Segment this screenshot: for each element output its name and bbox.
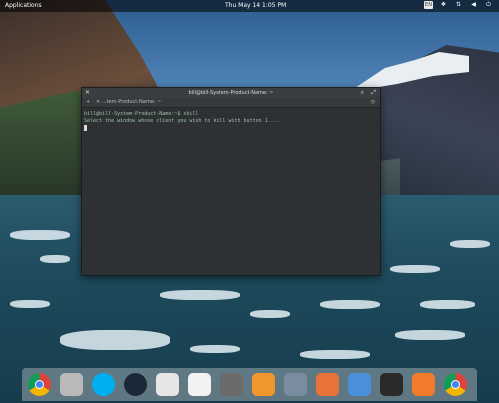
terminal-icon[interactable] [380, 373, 403, 396]
power-icon[interactable]: ⏻ [484, 1, 493, 9]
new-tab-icon[interactable]: + [86, 99, 90, 105]
output-line: Select the window whose client you wish … [84, 118, 280, 124]
terminal-titlebar[interactable]: ✕ bill@bill-System-Product-Name: ~ ⌕ ⤢ [82, 88, 380, 98]
spreadsheet-icon[interactable] [156, 373, 179, 396]
volume-icon[interactable]: ◀ [469, 1, 478, 9]
terminal-tab[interactable]: ✕ ...tem-Product-Name: ~ [96, 99, 161, 105]
home-folder-icon[interactable] [60, 373, 83, 396]
screenshot-icon[interactable] [284, 373, 307, 396]
chrome-icon[interactable] [28, 373, 51, 396]
terminal-output[interactable]: bill@bill-System-Product-Name:~$ xkill S… [82, 108, 380, 137]
music-icon[interactable] [252, 373, 275, 396]
top-panel: Applications Thu May 14 1:05 PM EN ❖ ⇅ ◀… [0, 0, 499, 12]
chrome-icon[interactable] [444, 373, 467, 396]
system-tray: EN ❖ ⇅ ◀ ⏻ [424, 1, 493, 9]
steam-icon[interactable] [124, 373, 147, 396]
applications-menu-button[interactable]: Applications [5, 2, 42, 9]
terminal-tabbar: + ✕ ...tem-Product-Name: ~ ◷ [82, 98, 380, 108]
text-cursor [84, 125, 87, 131]
history-icon[interactable]: ◷ [371, 99, 375, 105]
toggle-settings-icon[interactable] [348, 373, 371, 396]
maximize-icon[interactable]: ⤢ [371, 89, 376, 97]
keyboard-icon[interactable]: EN [424, 1, 433, 9]
skype-icon[interactable] [92, 373, 115, 396]
image-viewer-icon[interactable] [188, 373, 211, 396]
prompt-line: bill@bill-System-Product-Name:~$ xkill [84, 111, 199, 117]
dock [22, 368, 477, 401]
tab-label: ...tem-Product-Name: ~ [101, 99, 162, 105]
update-icon[interactable] [412, 373, 435, 396]
terminal-window[interactable]: ✕ bill@bill-System-Product-Name: ~ ⌕ ⤢ +… [81, 87, 381, 276]
appcenter-icon[interactable] [316, 373, 339, 396]
system-monitor-icon[interactable] [220, 373, 243, 396]
window-title: bill@bill-System-Product-Name: ~ [188, 90, 274, 96]
clock-datetime[interactable]: Thu May 14 1:05 PM [225, 2, 286, 9]
search-icon[interactable]: ⌕ [361, 89, 364, 97]
network-icon[interactable]: ⇅ [454, 1, 463, 9]
dropbox-icon[interactable]: ❖ [439, 1, 448, 9]
